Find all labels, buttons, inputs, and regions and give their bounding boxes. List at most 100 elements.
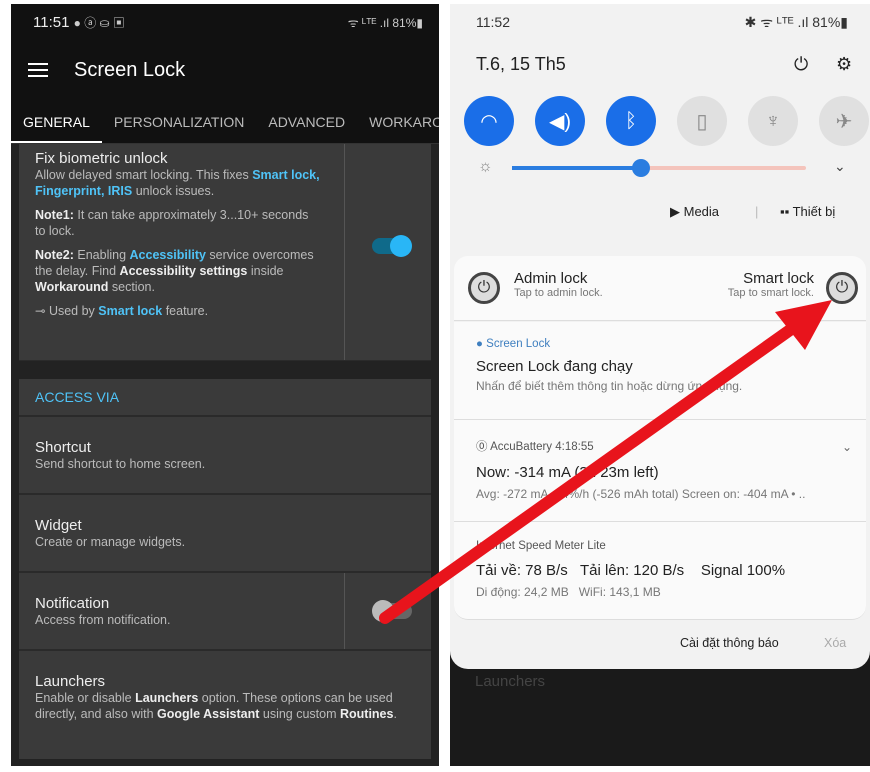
notif-text: Avg: -272 mA, 24%/h (-526 mAh total) Scr… xyxy=(476,487,806,501)
launchers-row[interactable]: Launchers Enable or disable Launchers opt… xyxy=(19,649,431,759)
note-label: Note2: xyxy=(35,248,74,262)
status-time: 11:51 xyxy=(33,13,70,31)
used-link: Smart lock xyxy=(98,304,163,318)
sound-icon[interactable]: ◀) xyxy=(535,96,585,146)
desc-bold: Google Assistant xyxy=(157,707,260,721)
app-name: ● Screen Lock xyxy=(476,338,844,350)
status-indicators: ✱ ᯤ ᴸᵀᴱ .ıl 81%▮ xyxy=(744,13,848,30)
brightness-slider[interactable] xyxy=(512,159,806,177)
notif-title: Screen Lock đang chạy xyxy=(476,358,633,375)
dot-icon: ● xyxy=(476,338,483,350)
fix-biometric-desc: Allow delayed smart locking. This fixes … xyxy=(35,167,320,199)
separator: | xyxy=(755,204,759,219)
desc-text: Enable or disable xyxy=(35,691,136,705)
app-label: AccuBattery 4:18:55 xyxy=(490,441,594,453)
quick-settings: ◠ ◀) ᛒ ▯ ♆ ✈ xyxy=(464,96,869,146)
app-name: Internet Speed Meter Lite xyxy=(476,540,844,552)
screen-lock-app: 11:51 ● ⓐ ⛀ ▣ ᯤ ᴸᵀᴱ .ıl 81%▮ Screen Lock … xyxy=(11,4,439,766)
page-title: Screen Lock xyxy=(74,58,186,81)
lock-notification: ⏻ Admin lock Tap to admin lock. Smart loc… xyxy=(454,256,866,321)
status-bar: 11:51 ● ⓐ ⛀ ▣ ᯤ ᴸᵀᴱ .ıl 81%▮ xyxy=(11,4,439,40)
desc-text: Allow delayed smart locking. This fixes xyxy=(35,168,253,182)
rotate-icon[interactable]: ▯ xyxy=(677,96,727,146)
shortcut-row[interactable]: Shortcut Send shortcut to home screen. xyxy=(19,415,431,493)
speed-meter-notification[interactable]: Internet Speed Meter Lite Tải về: 78 B/s… xyxy=(454,522,866,620)
app-bar: Screen Lock xyxy=(11,40,439,100)
notification-toggle[interactable] xyxy=(372,600,412,622)
app-label: Screen Lock xyxy=(486,338,551,350)
devices-button[interactable]: ▪▪ Thiết bị xyxy=(780,204,835,219)
fix-biometric-card[interactable]: Fix biometric unlock Allow delayed smart… xyxy=(19,144,431,361)
note-text: Enabling xyxy=(73,248,130,262)
tab-personalization[interactable]: PERSONALIZATION xyxy=(102,100,256,143)
brightness-icon: ☼ xyxy=(478,158,493,175)
app-name: ⓪ AccuBattery 4:18:55 xyxy=(476,438,844,454)
note-label: Note1: xyxy=(35,208,74,222)
notification-shade-screen: Launchers 11:52 ✱ ᯤ ᴸᵀᴱ .ıl 81%▮ T.6, 15 … xyxy=(450,4,870,766)
smart-power-icon[interactable]: ⏻ xyxy=(826,272,858,304)
smart-lock-title: Smart lock xyxy=(743,270,814,287)
battery-app-icon: ⓪ xyxy=(476,441,488,453)
airplane-icon[interactable]: ✈ xyxy=(819,96,869,146)
notification-settings-button[interactable]: Cài đặt thông báo xyxy=(680,636,779,650)
slider-knob[interactable] xyxy=(632,159,650,177)
desc-text: unlock issues. xyxy=(132,184,215,198)
grid-icon: ▪▪ xyxy=(780,204,790,219)
flashlight-icon[interactable]: ♆ xyxy=(748,96,798,146)
divider xyxy=(344,573,345,649)
devices-label: Thiết bị xyxy=(792,204,836,219)
dimmed-launchers: Launchers xyxy=(475,674,545,690)
wifi-icon[interactable]: ◠ xyxy=(464,96,514,146)
notif-title: Tải về: 78 B/s Tải lên: 120 B/s Signal 1… xyxy=(476,562,786,579)
screen-lock-notification[interactable]: ● Screen Lock Screen Lock đang chạy Nhấn… xyxy=(454,322,866,420)
widget-title: Widget xyxy=(35,517,82,534)
notification-title: Notification xyxy=(35,595,110,612)
note-text: section. xyxy=(108,280,155,294)
shortcut-desc: Send shortcut to home screen. xyxy=(35,457,206,471)
widget-row[interactable]: Widget Create or manage widgets. xyxy=(19,493,431,571)
media-button[interactable]: ▶ Media xyxy=(670,204,719,220)
chevron-down-icon[interactable]: ⌄ xyxy=(834,158,846,175)
toggle-knob xyxy=(390,235,412,257)
admin-lock-action[interactable]: Admin lock Tap to admin lock. xyxy=(514,270,603,299)
clear-button[interactable]: Xóa xyxy=(824,636,846,650)
notif-title: Now: -314 mA (3h 23m left) xyxy=(476,464,659,481)
note-bold: Accessibility settings xyxy=(119,264,248,278)
slider-fill xyxy=(512,166,638,170)
desc-text: using custom xyxy=(259,707,340,721)
launchers-desc: Enable or disable Launchers option. Thes… xyxy=(35,690,415,722)
note-link: Accessibility xyxy=(129,248,206,262)
note2: Note2: Enabling Accessibility service ov… xyxy=(35,247,320,295)
launchers-title: Launchers xyxy=(35,673,106,690)
note1: Note1: It can take approximately 3...10+… xyxy=(35,207,320,239)
used-by: ⊸ Used by Smart lock feature. xyxy=(35,303,320,319)
tab-workaround[interactable]: WORKAROUND xyxy=(357,100,439,143)
note-text: inside xyxy=(247,264,284,278)
desc-bold: Launchers xyxy=(135,691,199,705)
toggle-knob xyxy=(372,600,394,622)
settings-gear-icon[interactable]: ⚙ xyxy=(836,54,852,75)
desc-bold: Routines xyxy=(339,707,394,721)
fix-biometric-toggle[interactable] xyxy=(372,235,412,257)
bluetooth-icon[interactable]: ᛒ xyxy=(606,96,656,146)
tab-advanced[interactable]: ADVANCED xyxy=(256,100,357,143)
tab-general[interactable]: GENERAL xyxy=(11,100,102,143)
widget-desc: Create or manage widgets. xyxy=(35,535,186,549)
menu-icon[interactable] xyxy=(28,59,48,81)
accubattery-notification[interactable]: ⓪ AccuBattery 4:18:55 Now: -314 mA (3h 2… xyxy=(454,420,866,522)
notification-row[interactable]: Notification Access from notification. xyxy=(19,571,431,649)
admin-power-icon[interactable]: ⏻ xyxy=(468,272,500,304)
power-icon[interactable]: ⏻ xyxy=(794,54,808,75)
divider xyxy=(344,144,345,360)
used-text: feature. xyxy=(162,304,209,318)
status-icons: ● ⓐ ⛀ ▣ xyxy=(73,15,125,30)
status-bar: 11:52 ✱ ᯤ ᴸᵀᴱ .ıl 81%▮ xyxy=(450,4,870,40)
expand-chevron-icon[interactable]: ⌄ xyxy=(842,440,852,454)
smart-lock-sub: Tap to smart lock. xyxy=(727,287,814,299)
shortcut-title: Shortcut xyxy=(35,439,91,456)
status-time: 11:52 xyxy=(476,14,510,30)
date-label: T.6, 15 Th5 xyxy=(476,54,566,74)
note-text: It can take approximately 3...10+ second… xyxy=(35,208,309,238)
smart-lock-action[interactable]: Smart lock Tap to smart lock. xyxy=(728,270,814,299)
notification-shade: 11:52 ✱ ᯤ ᴸᵀᴱ .ıl 81%▮ T.6, 15 Th5 ⏻ ⚙ ◠ … xyxy=(450,4,870,669)
